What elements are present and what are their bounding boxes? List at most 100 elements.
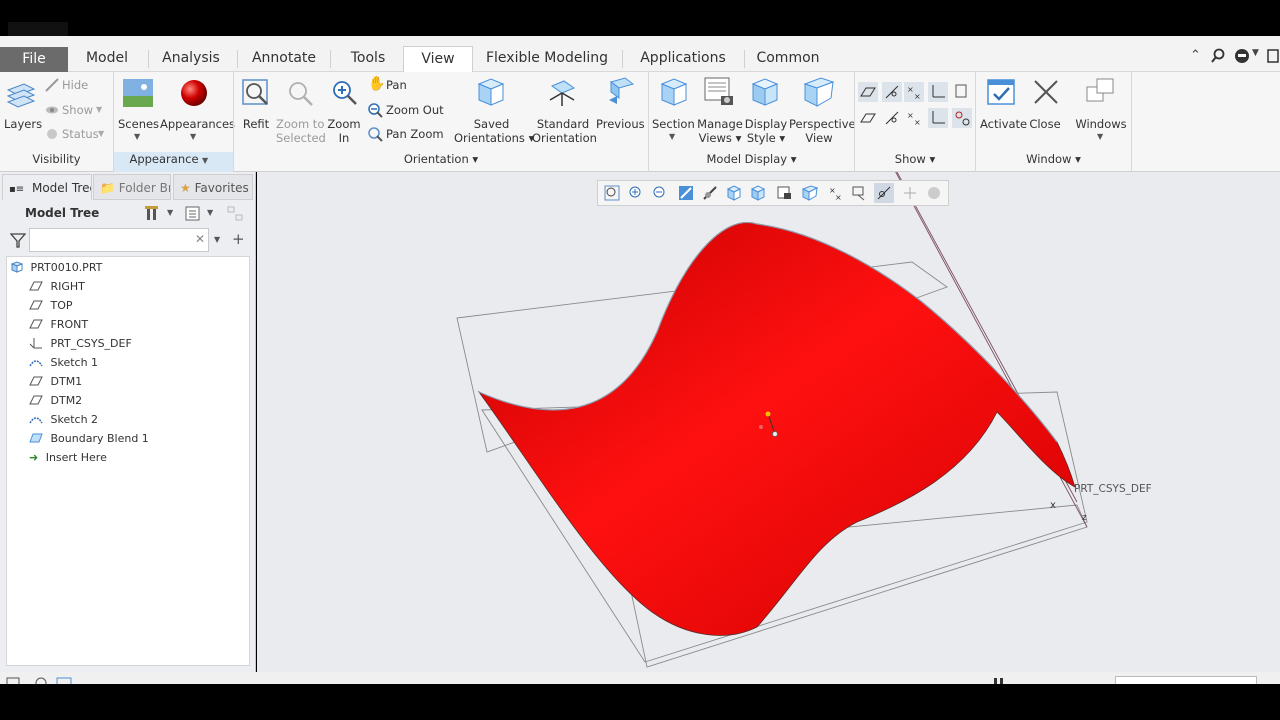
add-filter-icon[interactable]: + [232,230,245,248]
refit-toolbar-icon[interactable] [604,185,620,201]
tree-root[interactable]: PRT0010.PRT [10,258,102,277]
activate-button[interactable]: Activate [980,117,1027,131]
help-dropdown-icon[interactable]: ▼ [1252,48,1259,58]
saved-orientations-toolbar-icon[interactable] [726,185,742,201]
tree-item-right[interactable]: RIGHT [29,277,85,296]
display-style-button[interactable]: Display Style ▾ [744,117,788,145]
status-button[interactable]: Status [62,127,99,141]
tab-applications[interactable]: Applications [624,46,742,72]
hide-button[interactable]: Hide [62,78,88,92]
manage-views-button[interactable]: Manage Views ▾ [696,117,744,145]
group-appearance[interactable]: Appearance [114,152,214,166]
graphics-window[interactable]: x z PRT_CSYS_DEF × × [257,172,1280,672]
tree-item-top[interactable]: TOP [29,296,73,315]
refit-button[interactable]: Refit [238,117,274,131]
spin-center-toggle-icon[interactable] [874,183,894,203]
appearance-group-dropdown-icon[interactable]: ▼ [202,156,208,165]
tab-model[interactable]: Model [72,46,142,72]
tree-search-input[interactable] [29,228,209,252]
tree-item-sketch-2[interactable]: Sketch 2 [29,410,98,429]
annotation-display-icon[interactable] [954,82,970,102]
show-dropdown-icon[interactable]: ▼ [96,105,102,114]
perspective-toolbar-icon[interactable] [802,185,818,201]
group-show[interactable]: Show ▾ [855,152,975,166]
tree-item-boundary-blend-1[interactable]: Boundary Blend 1 [29,429,149,448]
collapse-ribbon-icon[interactable]: ⌃ [1190,48,1201,63]
group-orientation[interactable]: Orientation ▾ [234,152,648,166]
csys-display-icon[interactable] [928,82,948,102]
zoom-out-toolbar-icon[interactable] [652,185,668,201]
point-tag-icon[interactable]: ×× [904,108,924,128]
tab-common[interactable]: Common [746,46,830,72]
tab-flexible-modeling[interactable]: Flexible Modeling [476,46,618,72]
tree-item-sketch-1[interactable]: Sketch 1 [29,353,98,372]
tree-item-dtm2[interactable]: DTM2 [29,391,82,410]
minimize-icon[interactable] [1266,48,1280,64]
saved-orientations-button[interactable]: Saved Orientations ▾ [454,117,534,145]
spin-center-toolbar-icon[interactable] [702,185,718,201]
appearances-button[interactable]: Appearances [160,117,235,131]
tree-settings-icon[interactable] [144,204,162,222]
tree-filter-settings-icon[interactable] [226,205,246,223]
tree-item-dtm1[interactable]: DTM1 [29,372,82,391]
zoom-in-toolbar-icon[interactable] [628,185,644,201]
show-button[interactable]: Show [62,103,93,117]
tab-favorites[interactable]: ★ Favorites [173,174,253,200]
filter-icon[interactable] [10,232,26,248]
tree-settings-dropdown-icon[interactable]: ▼ [167,208,173,217]
layers-button[interactable]: Layers [4,117,42,131]
render-toolbar-icon[interactable] [926,185,942,201]
windows-dropdown-icon[interactable]: ▼ [1097,132,1103,141]
view-manager-toolbar-icon[interactable] [750,185,766,201]
filter-dropdown-icon[interactable]: ▼ [214,235,220,244]
datum-tag-icon[interactable] [952,108,972,128]
search-icon[interactable] [1210,48,1226,64]
axis-tag-icon[interactable] [882,108,902,128]
standard-orientation-button[interactable]: Standard Orientation [532,117,597,145]
datum-display-toolbar-icon[interactable]: ×× [828,185,844,201]
model-canvas[interactable]: x z PRT_CSYS_DEF [257,172,1280,672]
tab-view[interactable]: View [403,46,473,73]
group-window[interactable]: Window ▾ [976,152,1131,166]
csys-tag-icon[interactable] [928,108,948,128]
previous-button[interactable]: Previous [596,117,645,131]
tree-item-csys[interactable]: PRT_CSYS_DEF [29,334,132,353]
tab-analysis[interactable]: Analysis [150,46,232,72]
point-display-icon[interactable]: ×× [904,82,924,102]
group-model-display[interactable]: Model Display ▾ [649,152,854,166]
svg-text:z: z [1082,513,1087,523]
boundary-blend-surface[interactable] [477,222,1076,636]
tab-annotate[interactable]: Annotate [240,46,328,72]
section-button[interactable]: Section [652,117,695,131]
perspective-view-button[interactable]: Perspective View [789,117,856,145]
tab-folder-browser[interactable]: 📁 Folder Br [93,174,171,200]
zoom-out-button[interactable]: Zoom Out [386,103,444,117]
section-dropdown-icon[interactable]: ▼ [669,132,675,141]
repaint-toolbar-icon[interactable] [678,185,694,201]
status-dropdown-icon[interactable]: ▼ [98,129,104,138]
zoom-to-selected-button[interactable]: Zoom to Selected [276,117,326,145]
scenes-button[interactable]: Scenes [118,117,159,131]
show-menu-dropdown-icon[interactable]: ▼ [207,208,213,217]
windows-button[interactable]: Windows [1074,117,1128,131]
grid-toolbar-icon[interactable] [902,185,918,201]
help-icon[interactable] [1234,48,1250,64]
plane-display-icon[interactable] [858,82,878,102]
tree-item-insert-here[interactable]: ➜ Insert Here [29,448,107,467]
pan-zoom-button[interactable]: Pan Zoom [386,127,444,141]
annotation-toolbar-icon[interactable] [852,185,868,201]
axis-display-icon[interactable] [882,82,902,102]
tab-tools[interactable]: Tools [332,46,404,72]
clear-search-icon[interactable]: ✕ [195,232,205,246]
zoom-in-button[interactable]: Zoom In [326,117,362,145]
scenes-dropdown-icon[interactable]: ▼ [134,132,140,141]
display-style-toolbar-icon[interactable] [776,185,792,201]
tab-model-tree[interactable]: ▪≡ Model Tree [2,174,92,200]
close-button[interactable]: Close [1026,117,1064,131]
pan-button[interactable]: Pan [386,78,407,92]
tab-file[interactable]: File [0,47,68,73]
tree-item-front[interactable]: FRONT [29,315,88,334]
appearances-dropdown-icon[interactable]: ▼ [190,132,196,141]
show-menu-icon[interactable] [184,205,202,223]
spin-center-icon[interactable] [858,108,878,128]
